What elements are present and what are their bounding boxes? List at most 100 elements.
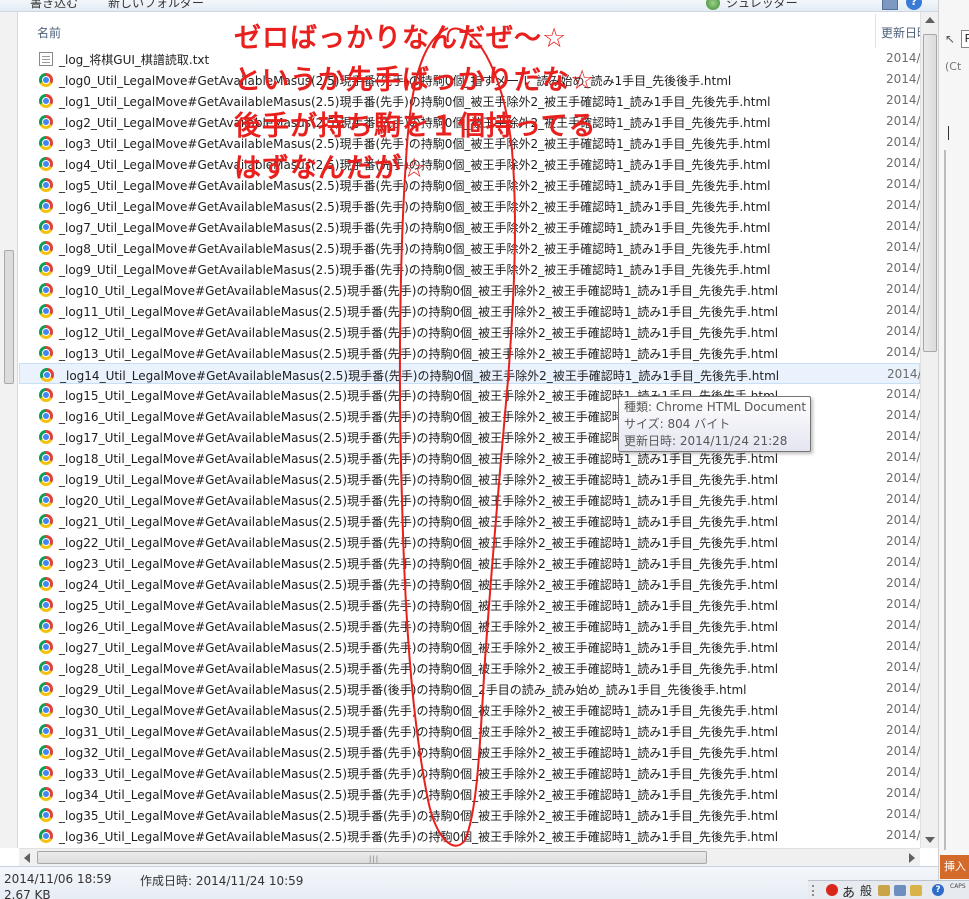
file-name: _log32_Util_LegalMove#GetAvailableMasus(… [59,746,779,760]
file-row[interactable]: _log35_Util_LegalMove#GetAvailableMasus(… [19,804,920,825]
chrome-icon [39,262,53,276]
file-row[interactable]: _log4_Util_LegalMove#GetAvailableMasus(2… [19,153,920,174]
ime-help-icon[interactable]: ? [932,884,944,896]
file-row[interactable]: _log27_Util_LegalMove#GetAvailableMasus(… [19,636,920,657]
help-icon[interactable]: ? [906,0,922,10]
shredder-button[interactable]: シュレッダー [726,0,798,11]
ime-dictionary-icon[interactable] [910,885,922,896]
navigation-pane-scrollbar[interactable] [0,12,18,848]
file-date: 2014/ [886,324,920,338]
ime-record-icon[interactable] [826,884,838,896]
file-name: _log23_Util_LegalMove#GetAvailableMasus(… [59,557,779,571]
file-date: 2014/ [886,261,920,275]
ime-tool-icon[interactable] [894,885,906,896]
file-row[interactable]: _log30_Util_LegalMove#GetAvailableMasus(… [19,699,920,720]
file-date: 2014/ [886,93,920,107]
file-row[interactable]: _log11_Util_LegalMove#GetAvailableMasus(… [19,300,920,321]
shortcut-hint: (Ct [945,60,962,73]
file-row[interactable]: _log1_Util_LegalMove#GetAvailableMasus(2… [19,90,920,111]
ime-mode-button[interactable]: あ [842,882,855,899]
vertical-scroll-thumb[interactable] [923,34,937,352]
chrome-icon [39,745,53,759]
file-row[interactable]: _log19_Util_LegalMove#GetAvailableMasus(… [19,468,920,489]
file-name: _log36_Util_LegalMove#GetAvailableMasus(… [59,830,779,844]
file-date: 2014/ [886,492,920,506]
file-row[interactable]: _log24_Util_LegalMove#GetAvailableMasus(… [19,573,920,594]
file-row[interactable]: _log25_Util_LegalMove#GetAvailableMasus(… [19,594,920,615]
file-row[interactable]: _log31_Util_LegalMove#GetAvailableMasus(… [19,720,920,741]
file-row[interactable]: _log14_Util_LegalMove#GetAvailableMasus(… [19,363,920,384]
scroll-left-icon[interactable] [24,853,30,863]
language-bar-grip-icon[interactable] [812,885,820,896]
date-column-header[interactable]: 更新日時 [881,24,921,41]
preview-pane-icon[interactable] [882,0,898,10]
file-date: 2014/ [886,786,920,800]
file-row[interactable]: _log36_Util_LegalMove#GetAvailableMasus(… [19,825,920,846]
chrome-icon [39,598,53,612]
file-name: _log24_Util_LegalMove#GetAvailableMasus(… [59,578,779,592]
ime-pad-icon[interactable] [878,885,890,896]
file-date: 2014/ [886,471,920,485]
file-row[interactable]: _log6_Util_LegalMove#GetAvailableMasus(2… [19,195,920,216]
tooltip-type: 種類: Chrome HTML Document [624,400,807,414]
file-date: 2014/ [886,828,920,842]
file-row[interactable]: _log32_Util_LegalMove#GetAvailableMasus(… [19,741,920,762]
file-row[interactable]: _log20_Util_LegalMove#GetAvailableMasus(… [19,489,920,510]
chrome-icon [39,178,53,192]
scroll-right-icon[interactable] [909,853,915,863]
horizontal-scrollbar[interactable]: ||| [19,848,920,866]
navigation-scroll-thumb[interactable] [4,250,14,384]
chrome-icon [39,241,53,255]
scroll-up-icon[interactable] [925,17,935,23]
chrome-icon [39,157,53,171]
chrome-icon [39,577,53,591]
scroll-down-icon[interactable] [925,837,935,843]
file-date: 2014/ [886,72,920,86]
file-row[interactable]: _log_将棋GUI_棋譜読取.txt 2014/ [19,48,920,69]
file-row[interactable]: _log13_Util_LegalMove#GetAvailableMasus(… [19,342,920,363]
file-date: 2014/ [886,429,920,443]
file-row[interactable]: _log23_Util_LegalMove#GetAvailableMasus(… [19,552,920,573]
modified-date: 2014/11/06 18:59 [4,872,112,886]
file-name: _log18_Util_LegalMove#GetAvailableMasus(… [59,452,779,466]
horizontal-scroll-thumb[interactable]: ||| [37,851,707,864]
file-row[interactable]: _log21_Util_LegalMove#GetAvailableMasus(… [19,510,920,531]
column-divider[interactable] [875,14,876,48]
insert-button[interactable]: 挿入 [940,855,969,879]
file-row[interactable]: _log10_Util_LegalMove#GetAvailableMasus(… [19,279,920,300]
file-date: 2014/ [886,282,920,296]
created-date: 作成日時: 2014/11/24 10:59 [140,874,304,888]
file-row[interactable]: _log7_Util_LegalMove#GetAvailableMasus(2… [19,216,920,237]
file-name: _log7_Util_LegalMove#GetAvailableMasus(2… [59,221,771,235]
chrome-icon [39,619,53,633]
burn-button[interactable]: 書き込む [30,0,78,11]
file-row[interactable]: _log33_Util_LegalMove#GetAvailableMasus(… [19,762,920,783]
file-row[interactable]: _log9_Util_LegalMove#GetAvailableMasus(2… [19,258,920,279]
file-date: 2014/ [886,618,920,632]
file-row[interactable]: _log26_Util_LegalMove#GetAvailableMasus(… [19,615,920,636]
file-row[interactable]: _log5_Util_LegalMove#GetAvailableMasus(2… [19,174,920,195]
file-date: 2014/ [886,765,920,779]
vertical-scrollbar[interactable] [920,12,938,848]
chrome-icon [39,94,53,108]
file-date: 2014/ [886,723,920,737]
file-row[interactable]: _log12_Util_LegalMove#GetAvailableMasus(… [19,321,920,342]
file-row[interactable]: _log22_Util_LegalMove#GetAvailableMasus(… [19,531,920,552]
file-row[interactable]: _log3_Util_LegalMove#GetAvailableMasus(2… [19,132,920,153]
chrome-icon [39,220,53,234]
file-row[interactable]: _log28_Util_LegalMove#GetAvailableMasus(… [19,657,920,678]
file-row[interactable]: _log34_Util_LegalMove#GetAvailableMasus(… [19,783,920,804]
chrome-icon [39,73,53,87]
file-date: 2014/ [886,156,920,170]
ime-conversion-button[interactable]: 般 [860,882,872,899]
file-name: _log9_Util_LegalMove#GetAvailableMasus(2… [59,263,771,277]
file-row[interactable]: _log2_Util_LegalMove#GetAvailableMasus(2… [19,111,920,132]
file-row[interactable]: _log29_Util_LegalMove#GetAvailableMasus(… [19,678,920,699]
name-column-header[interactable]: 名前 [37,24,61,41]
paste-button[interactable]: P [961,30,969,48]
chrome-icon [39,514,53,528]
new-folder-button[interactable]: 新しいフォルダー [108,0,204,11]
file-date: 2014/ [886,534,920,548]
file-row[interactable]: _log8_Util_LegalMove#GetAvailableMasus(2… [19,237,920,258]
file-row[interactable]: _log0_Util_LegalMove#GetAvailableMasus(2… [19,69,920,90]
